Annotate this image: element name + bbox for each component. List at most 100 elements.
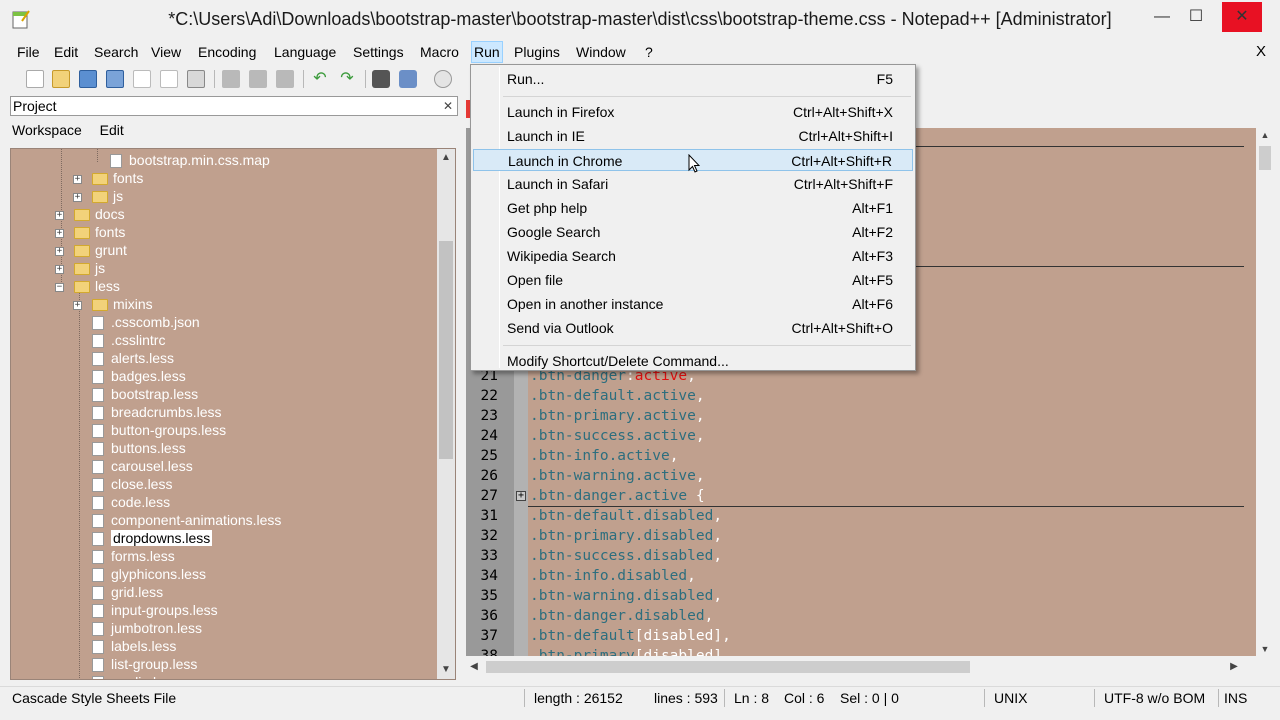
tree-file[interactable]: media.less (92, 673, 178, 679)
menu-run[interactable]: Run (471, 41, 503, 63)
cut-icon[interactable] (222, 70, 240, 88)
code-line[interactable]: 26 .btn-warning.active, (466, 466, 1256, 486)
expand-icon[interactable]: + (55, 228, 64, 238)
tree-file[interactable]: alerts.less (92, 349, 174, 367)
redo-icon[interactable]: ↷ (338, 70, 356, 88)
paste-icon[interactable] (276, 70, 294, 88)
tree-file[interactable]: breadcrumbs.less (92, 403, 222, 421)
project-tree[interactable]: bootstrap.min.css.map + fonts + js + docs + font… (10, 148, 456, 680)
code-line[interactable]: 22 .btn-default.active, (466, 386, 1256, 406)
menu-plugins[interactable]: Plugins (511, 43, 563, 61)
expand-icon[interactable]: + (73, 174, 82, 184)
zoom-in-icon[interactable] (434, 70, 452, 88)
scroll-up-icon[interactable]: ▲ (1258, 128, 1272, 142)
menu-language[interactable]: Language (271, 43, 339, 61)
fold-toggle-icon[interactable]: + (516, 491, 526, 501)
menu-settings[interactable]: Settings (350, 43, 407, 61)
tree-folder[interactable]: − less (55, 277, 120, 295)
new-file-icon[interactable] (26, 70, 44, 88)
menu-macro[interactable]: Macro (417, 43, 462, 61)
tree-file[interactable]: .csslintrc (92, 331, 165, 349)
menu-search[interactable]: Search (91, 43, 141, 61)
print-icon[interactable] (187, 70, 205, 88)
run-menu-item[interactable]: Launch in IE Ctrl+Alt+Shift+I (473, 125, 913, 147)
expand-icon[interactable]: + (55, 210, 64, 220)
close-file-icon[interactable] (133, 70, 151, 88)
run-menu-item[interactable]: Launch in Safari Ctrl+Alt+Shift+F (473, 173, 913, 195)
scroll-down-icon[interactable]: ▼ (437, 661, 455, 679)
find-icon[interactable] (372, 70, 390, 88)
tree-file[interactable]: button-groups.less (92, 421, 226, 439)
code-line[interactable]: 24 .btn-success.active, (466, 426, 1256, 446)
tree-file[interactable]: carousel.less (92, 457, 193, 475)
code-line[interactable]: 32 .btn-primary.disabled, (466, 526, 1256, 546)
expand-icon[interactable]: + (73, 300, 82, 310)
tree-file[interactable]: input-groups.less (92, 601, 218, 619)
close-document-button[interactable]: X (1256, 43, 1266, 60)
menu-encoding[interactable]: Encoding (195, 43, 259, 61)
editor-hscroll-thumb[interactable] (486, 661, 970, 673)
menu-file[interactable]: File (14, 43, 43, 61)
tree-file[interactable]: jumbotron.less (92, 619, 202, 637)
code-line[interactable]: 36 .btn-danger.disabled, (466, 606, 1256, 626)
tree-file[interactable]: bootstrap.min.css.map (110, 151, 270, 169)
tree-folder[interactable]: + fonts (73, 169, 143, 187)
scroll-up-icon[interactable]: ▲ (437, 149, 455, 167)
tree-file[interactable]: badges.less (92, 367, 186, 385)
tree-scroll-thumb[interactable] (439, 241, 453, 459)
code-line[interactable]: 31 .btn-default.disabled, (466, 506, 1256, 526)
tree-file[interactable]: close.less (92, 475, 172, 493)
save-icon[interactable] (79, 70, 97, 88)
maximize-button[interactable]: ☐ (1176, 2, 1216, 32)
code-line[interactable]: 23 .btn-primary.active, (466, 406, 1256, 426)
run-menu-item[interactable]: Wikipedia Search Alt+F3 (473, 245, 913, 267)
tree-folder[interactable]: + docs (55, 205, 125, 223)
menu-edit[interactable]: Edit (51, 43, 81, 61)
replace-icon[interactable] (399, 70, 417, 88)
tree-file[interactable]: glyphicons.less (92, 565, 206, 583)
tree-file[interactable]: forms.less (92, 547, 175, 565)
run-menu-item[interactable]: Run... F5 (473, 68, 913, 90)
collapse-icon[interactable]: − (55, 282, 64, 292)
expand-icon[interactable]: + (55, 246, 64, 256)
scroll-right-icon[interactable]: ▶ (1226, 658, 1242, 676)
tree-folder[interactable]: + js (73, 187, 123, 205)
tree-file[interactable]: dropdowns.less (92, 529, 213, 547)
editor-horizontal-scrollbar[interactable]: ◀ ▶ (466, 658, 1256, 676)
run-menu-item[interactable]: Modify Shortcut/Delete Command... (473, 350, 913, 372)
tree-folder[interactable]: + grunt (55, 241, 127, 259)
scroll-left-icon[interactable]: ◀ (466, 658, 482, 676)
expand-icon[interactable]: + (73, 192, 82, 202)
code-line[interactable]: 27 + .btn-danger.active { (466, 486, 1256, 506)
tree-file[interactable]: buttons.less (92, 439, 186, 457)
tree-file[interactable]: bootstrap.less (92, 385, 198, 403)
tree-file[interactable]: code.less (92, 493, 170, 511)
close-all-icon[interactable] (160, 70, 178, 88)
code-line[interactable]: 25 .btn-info.active, (466, 446, 1256, 466)
menu-view[interactable]: View (148, 43, 184, 61)
tree-file[interactable]: .csscomb.json (92, 313, 200, 331)
editor-vscroll-thumb[interactable] (1259, 146, 1271, 170)
tree-file[interactable]: labels.less (92, 637, 176, 655)
close-panel-icon[interactable]: ✕ (443, 97, 453, 115)
menu-window[interactable]: Window (573, 43, 629, 61)
code-line[interactable]: 37 .btn-default[disabled], (466, 626, 1256, 646)
open-file-icon[interactable] (52, 70, 70, 88)
workspace-menu[interactable]: Workspace (12, 122, 82, 138)
run-menu-item[interactable]: Get php help Alt+F1 (473, 197, 913, 219)
run-menu-item[interactable]: Google Search Alt+F2 (473, 221, 913, 243)
editor-vertical-scrollbar[interactable]: ▲ ▼ (1258, 128, 1272, 656)
code-line[interactable]: 33 .btn-success.disabled, (466, 546, 1256, 566)
code-line[interactable]: 34 .btn-info.disabled, (466, 566, 1256, 586)
run-menu-item[interactable]: Launch in Firefox Ctrl+Alt+Shift+X (473, 101, 913, 123)
menu-help[interactable]: ? (642, 43, 656, 61)
run-menu-item[interactable]: Open in another instance Alt+F6 (473, 293, 913, 315)
tree-file[interactable]: component-animations.less (92, 511, 281, 529)
tree-folder[interactable]: + js (55, 259, 105, 277)
tree-file[interactable]: list-group.less (92, 655, 197, 673)
run-menu-item[interactable]: Open file Alt+F5 (473, 269, 913, 291)
expand-icon[interactable]: + (55, 264, 64, 274)
tree-folder[interactable]: + mixins (73, 295, 153, 313)
tree-folder[interactable]: + fonts (55, 223, 125, 241)
scroll-down-icon[interactable]: ▼ (1258, 642, 1272, 656)
